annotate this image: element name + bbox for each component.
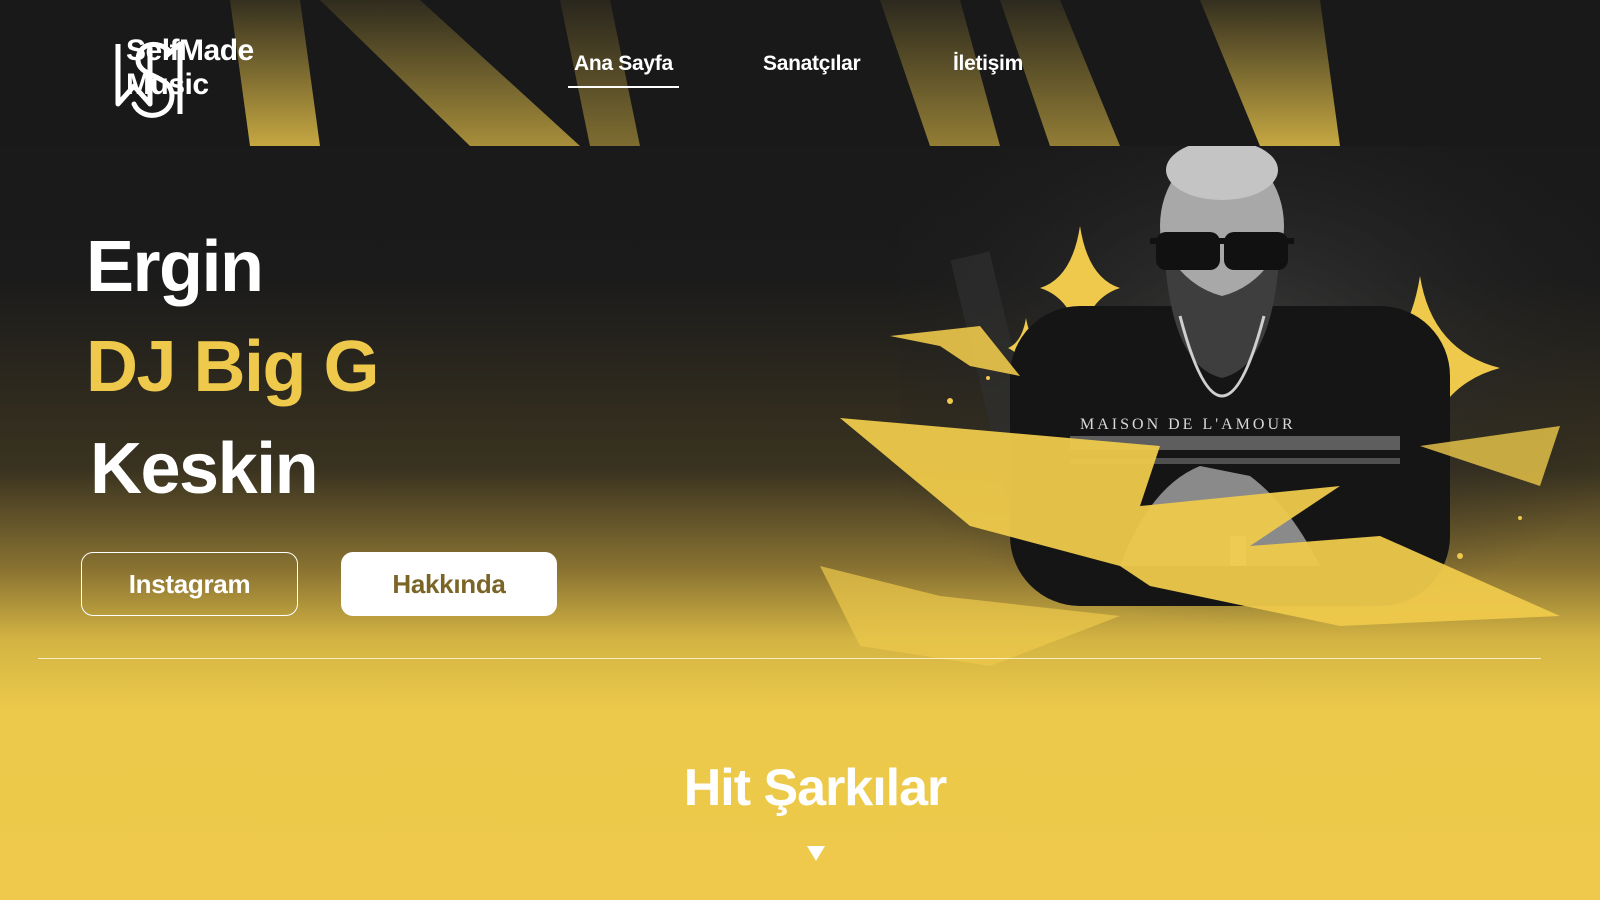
hero-art: MAISON DE L'AMOUR <box>820 146 1600 666</box>
nav-item-iletisim[interactable]: İletişim <box>953 52 1023 76</box>
nav-item-sanatcilar[interactable]: Sanatçılar <box>763 52 861 76</box>
about-button[interactable]: Hakkında <box>341 552 557 616</box>
triangle-down-icon[interactable] <box>807 846 825 861</box>
nav-item-ana-sayfa[interactable]: Ana Sayfa <box>568 52 679 88</box>
hero-first-name: Ergin <box>86 227 264 307</box>
section-divider <box>38 658 1541 659</box>
instagram-button[interactable]: Instagram <box>81 552 298 616</box>
header: SelfMade Music Ana Sayfa Sanatçılar İlet… <box>0 0 1600 146</box>
hit-songs-title: Hit Şarkılar <box>683 759 948 817</box>
hero-last-name: Keskin <box>90 429 319 509</box>
shirt-print: MAISON DE L'AMOUR <box>1080 416 1296 433</box>
main-nav: Ana Sayfa Sanatçılar İletişim <box>0 52 1600 92</box>
hero-stage-name: DJ Big G <box>86 327 380 407</box>
